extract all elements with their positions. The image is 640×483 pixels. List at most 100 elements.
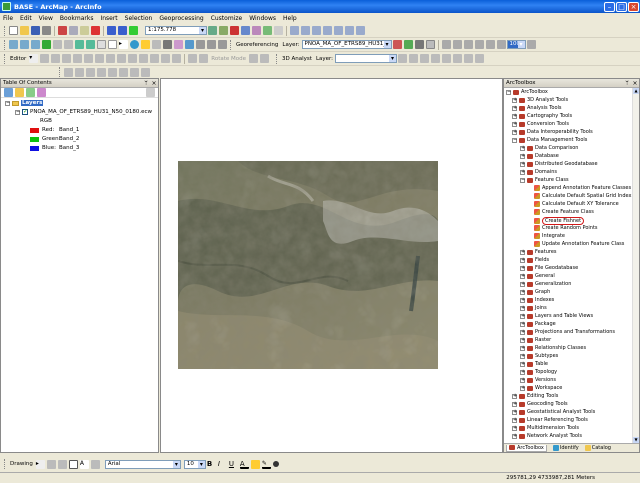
save-icon[interactable] <box>31 26 40 35</box>
globe-full-extent-icon[interactable] <box>42 40 51 49</box>
expand-icon[interactable]: + <box>520 289 525 295</box>
midpoint-snap-icon[interactable] <box>130 67 139 77</box>
menu-customize[interactable]: Customize <box>211 15 243 22</box>
toolset-item[interactable]: + General <box>520 273 555 279</box>
toolset-item[interactable]: + File Geodatabase <box>520 265 578 271</box>
toolset-item[interactable]: + Package <box>520 321 556 327</box>
measure-icon[interactable] <box>163 40 172 49</box>
drawing-menu[interactable]: Drawing <box>10 461 33 467</box>
shift-icon[interactable] <box>403 40 413 49</box>
menu-file[interactable]: File <box>3 15 13 22</box>
tool-item[interactable]: Integrate <box>534 233 565 239</box>
layer-visibility-checkbox[interactable] <box>22 108 28 115</box>
zoom-out-tool-icon[interactable] <box>20 40 29 49</box>
search-window-icon[interactable] <box>252 26 261 35</box>
tab-identify[interactable]: Identify <box>552 445 579 451</box>
toolset-item[interactable]: − Feature Class <box>520 177 569 183</box>
toolset-item[interactable]: + Database <box>520 153 559 159</box>
toolset-item[interactable]: + Relationship Classes <box>520 345 586 351</box>
toc-options-icon[interactable] <box>146 88 155 97</box>
bold-icon[interactable]: B <box>207 460 216 469</box>
expand-icon[interactable]: + <box>512 425 517 431</box>
select-elements-arrow-icon[interactable]: ▸ <box>35 459 45 469</box>
flicker-icon[interactable] <box>496 40 506 49</box>
toolset-item[interactable]: + Domains <box>520 169 557 175</box>
3d-analyst-layer-combo[interactable] <box>335 54 398 63</box>
point-icon[interactable] <box>84 54 94 63</box>
arcscene-icon[interactable] <box>464 54 474 63</box>
rotate-icon[interactable] <box>392 40 402 49</box>
rectangle-icon[interactable] <box>68 459 78 469</box>
expand-icon[interactable]: + <box>520 329 525 335</box>
select-features-icon[interactable] <box>97 40 106 49</box>
view-link-table-icon[interactable] <box>425 40 435 49</box>
text-icon[interactable]: A <box>79 459 89 469</box>
full-extent-icon[interactable] <box>323 26 332 35</box>
scroll-up-icon[interactable]: ▲ <box>633 88 639 94</box>
edit-vertices-icon[interactable] <box>95 54 105 63</box>
menu-geoprocessing[interactable]: Geoprocessing <box>159 15 203 22</box>
tool-item[interactable]: Calculate Default XY Tolerance <box>534 201 619 207</box>
expand-icon[interactable]: + <box>520 297 525 303</box>
create-features-icon[interactable] <box>172 54 182 63</box>
toolset-item[interactable]: + Joins <box>520 305 547 311</box>
find-icon[interactable] <box>174 40 183 49</box>
fixed-zoom-in-icon[interactable] <box>53 40 62 49</box>
expand-icon[interactable]: + <box>520 377 525 383</box>
tool-item[interactable]: Create Feature Class <box>534 209 594 215</box>
collapse-icon[interactable]: − <box>520 177 525 183</box>
menu-help[interactable]: Help <box>283 15 297 22</box>
identify-icon[interactable] <box>130 40 139 49</box>
expand-icon[interactable]: + <box>520 249 525 255</box>
reshape-icon[interactable] <box>106 54 116 63</box>
list-by-selection-icon[interactable] <box>37 88 46 97</box>
expand-icon[interactable]: + <box>512 433 517 439</box>
edge-snap-icon[interactable] <box>108 67 117 77</box>
cut-polygons-icon[interactable] <box>117 54 127 63</box>
expand-icon[interactable]: + <box>520 305 525 311</box>
expand-icon[interactable]: + <box>520 153 525 159</box>
rotate-element-icon[interactable] <box>46 459 56 469</box>
toolbox-item[interactable]: + Geocoding Tools <box>512 401 568 407</box>
close-button[interactable]: × <box>628 1 639 12</box>
expand-icon[interactable]: + <box>520 281 525 287</box>
arctoolbox-scrollbar[interactable]: ▲ ▼ <box>632 88 639 443</box>
expand-icon[interactable]: + <box>520 313 525 319</box>
menu-selection[interactable]: Selection <box>125 15 153 22</box>
toolbox-item[interactable]: + Geostatistical Analyst Tools <box>512 409 595 415</box>
expand-icon[interactable]: + <box>520 169 525 175</box>
toolbox-item[interactable]: + Conversion Tools <box>512 121 569 127</box>
python-window-icon[interactable] <box>263 26 272 35</box>
satellite-image[interactable] <box>178 161 438 369</box>
contour-icon[interactable] <box>398 54 408 63</box>
expand-icon[interactable]: + <box>520 345 525 351</box>
collapse-icon[interactable]: − <box>5 100 10 106</box>
attributes-icon[interactable] <box>150 54 160 63</box>
expand-icon[interactable]: + <box>512 409 517 415</box>
toolset-item[interactable]: + Generalization <box>520 281 571 287</box>
cut-icon[interactable] <box>58 26 67 35</box>
pan-tool-icon[interactable] <box>31 40 40 49</box>
edit-tool-icon[interactable]: ▾ <box>29 54 39 63</box>
toolset-item[interactable]: + Layers and Table Views <box>520 313 593 319</box>
line-color-icon[interactable]: ✎ <box>261 460 271 469</box>
expand-icon[interactable]: + <box>512 97 517 103</box>
zoom-in-tool-icon[interactable] <box>9 40 18 49</box>
toc-layers-node[interactable]: − Layers <box>5 100 44 106</box>
toolset-item[interactable]: + Raster <box>520 337 551 343</box>
edit-annotation-icon[interactable] <box>40 54 50 63</box>
menu-bookmarks[interactable]: Bookmarks <box>60 15 94 22</box>
toolset-item[interactable]: + Fields <box>520 257 549 263</box>
rotate-mode-label[interactable]: Rotate Mode <box>211 56 246 62</box>
fill-color-icon[interactable] <box>250 459 260 469</box>
time-slider-icon[interactable] <box>207 40 216 49</box>
expand-icon[interactable]: + <box>520 257 525 263</box>
toc-raster-layer[interactable]: − PNOA_MA_OF_ETRS89_HU31_N50_0180.ecw <box>15 108 152 115</box>
catalog-window-icon[interactable] <box>241 26 250 35</box>
expand-icon[interactable]: + <box>512 401 517 407</box>
rotate-options-icon[interactable] <box>249 54 259 63</box>
add-control-points-icon[interactable] <box>414 40 424 49</box>
font-combo[interactable]: Arial <box>104 459 181 469</box>
snapping-icon[interactable] <box>64 67 73 77</box>
tool-item[interactable]: Calculate Default Spatial Grid Index <box>534 193 631 199</box>
